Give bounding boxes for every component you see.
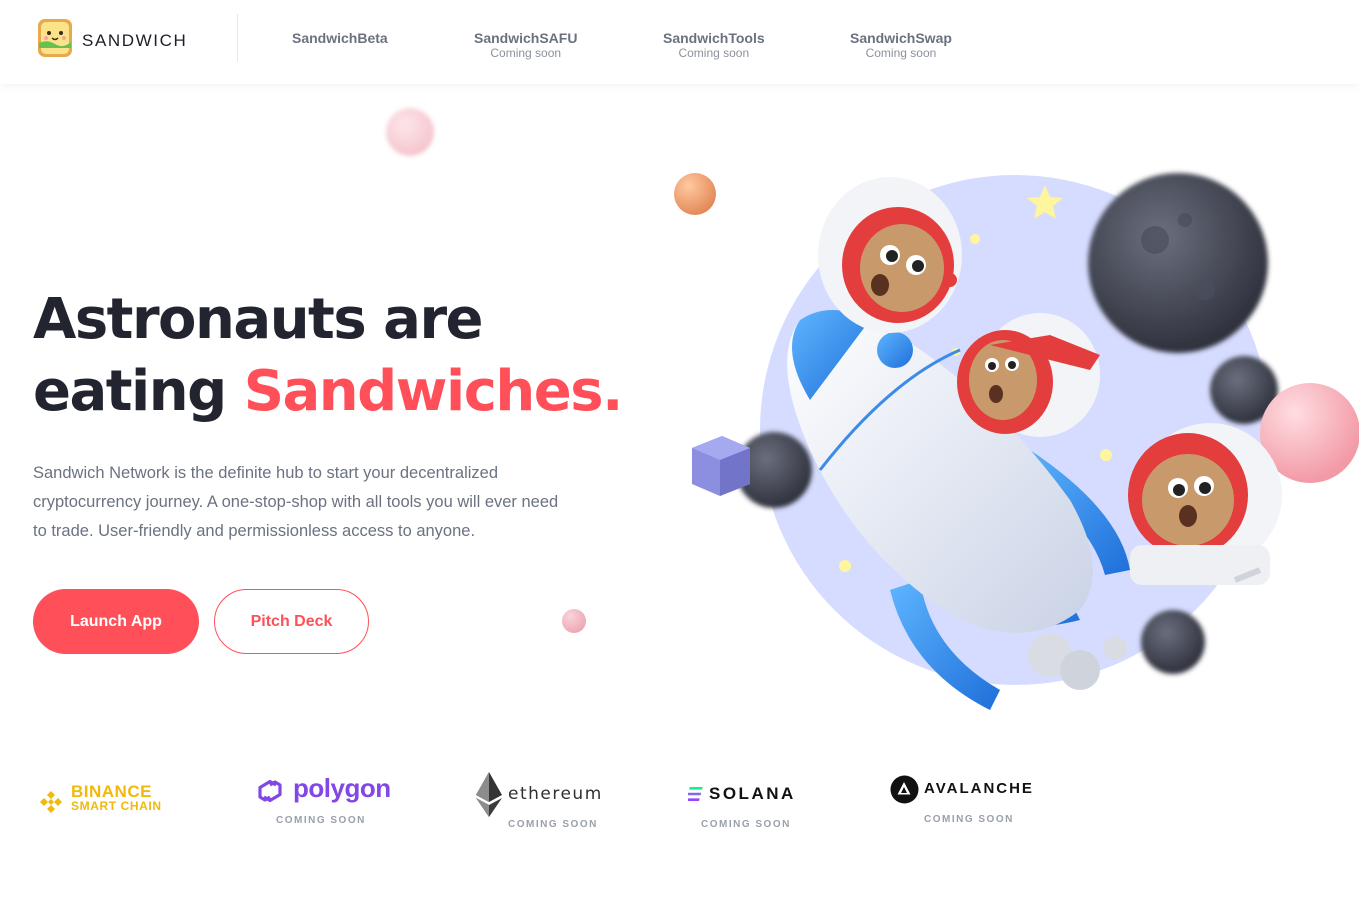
headline-line2: eating	[33, 359, 244, 424]
sandwich-logo-icon	[38, 19, 72, 57]
nav-label: SandwichSAFU	[474, 30, 578, 46]
ethereum-icon	[476, 772, 502, 817]
binance-logo-text: BINANCE SMART CHAIN	[71, 782, 162, 813]
avalanche-coming-soon: COMING SOON	[924, 814, 1014, 825]
hero-headline: Astronauts are eating Sandwiches.	[33, 284, 624, 428]
headline-line1: Astronauts are	[33, 287, 484, 352]
nav-sandwichbeta[interactable]: SandwichBeta	[292, 30, 388, 46]
nav-coming-soon: Coming soon	[865, 46, 937, 60]
binance-icon	[40, 791, 62, 813]
polygon-name: polygon	[293, 773, 391, 803]
solana-coming-soon: COMING SOON	[701, 819, 791, 830]
nav-label: SandwichSwap	[850, 30, 952, 46]
avalanche-name: AVALANCHE	[924, 780, 1034, 797]
nav-label: SandwichTools	[663, 30, 765, 46]
launch-app-button[interactable]: Launch App	[33, 589, 199, 654]
avalanche-icon	[890, 775, 919, 804]
ethereum-name: ethereum	[508, 784, 603, 804]
small-pink-sphere	[562, 609, 586, 633]
nav-sandwichsafu[interactable]: SandwichSAFU Coming soon	[474, 30, 577, 60]
pitch-deck-button[interactable]: Pitch Deck	[214, 589, 369, 654]
solana-icon	[688, 787, 703, 801]
nav-sandwichswap[interactable]: SandwichSwap Coming soon	[850, 30, 952, 60]
nav-coming-soon: Coming soon	[678, 46, 750, 60]
binance-subname: SMART CHAIN	[71, 799, 162, 813]
nav-label: SandwichBeta	[292, 30, 388, 46]
nav-sandwichtools[interactable]: SandwichTools Coming soon	[663, 30, 765, 60]
hero-description: Sandwich Network is the definite hub to …	[33, 464, 559, 540]
nav-coming-soon: Coming soon	[490, 46, 562, 60]
header-divider	[237, 14, 238, 62]
solana-name: SOLANA	[709, 784, 796, 803]
astronaut-rocket-illustration	[674, 173, 1359, 710]
binance-name: BINANCE	[71, 782, 152, 801]
brand-name: SANDWICH	[82, 31, 188, 50]
top-header: SANDWICH SandwichBeta SandwichSAFU Comin…	[0, 0, 1359, 84]
ethereum-coming-soon: COMING SOON	[508, 819, 598, 830]
polygon-icon	[258, 779, 282, 803]
polygon-coming-soon: COMING SOON	[276, 815, 366, 826]
headline-accent: Sandwiches.	[243, 359, 624, 424]
pink-blurred-sphere	[386, 108, 434, 156]
brand-logo[interactable]: SANDWICH	[33, 15, 187, 59]
